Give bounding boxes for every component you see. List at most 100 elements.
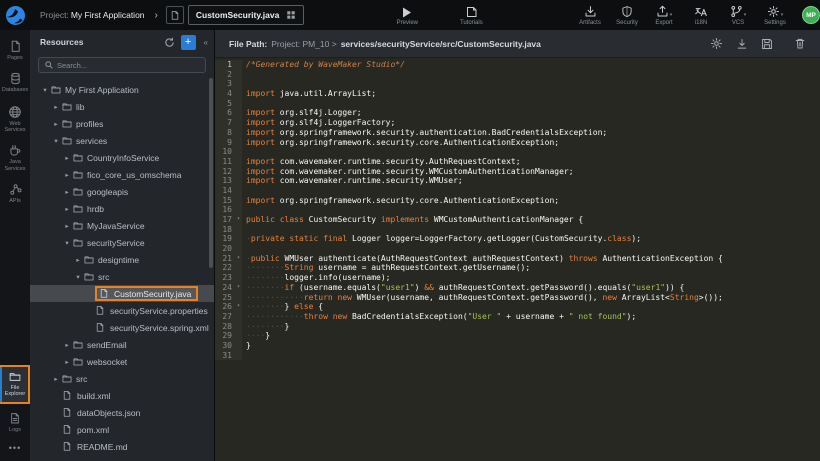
caret-right-icon[interactable]: ▸ [62, 205, 72, 213]
code-line-14: 14 [215, 186, 820, 196]
caret-down-icon[interactable]: ▾ [62, 239, 72, 247]
caret-right-icon[interactable]: ▸ [51, 120, 61, 128]
settings-gear-icon[interactable] [710, 37, 723, 50]
code-text: import com.wavemaker.runtime.security.Au… [242, 157, 521, 167]
tree-row-readme-md[interactable]: README.md [30, 438, 214, 455]
caret-right-icon[interactable]: ▸ [62, 341, 72, 349]
line-number: 29 [215, 331, 235, 341]
tree-row-securityservice-spring-xml[interactable]: securityService.spring.xml [30, 319, 214, 336]
file-icon [62, 424, 72, 435]
rail-item-java-services[interactable]: Java Services [0, 140, 30, 176]
folder-icon [83, 255, 95, 265]
export-button[interactable]: ▾Export [649, 5, 679, 26]
tree-row-securityservice[interactable]: ▾securityService [30, 234, 214, 251]
code-text: } [242, 341, 251, 351]
tree-row-src[interactable]: ▾src [30, 268, 214, 285]
tree-row-websocket[interactable]: ▸websocket [30, 353, 214, 370]
tree-row-googleapis[interactable]: ▸googleapis [30, 183, 214, 200]
tab-label: CustomSecurity.java [196, 10, 279, 20]
fold-gutter [235, 79, 242, 89]
tree-row-lib[interactable]: ▸lib [30, 98, 214, 115]
tree-row-dataobjects-json[interactable]: dataObjects.json [30, 404, 214, 421]
user-avatar[interactable]: MP [802, 6, 820, 24]
caret-right-icon[interactable]: ▸ [62, 222, 72, 230]
code-text [242, 351, 246, 361]
file-icon [170, 10, 180, 21]
fold-caret-icon[interactable]: ▾ [235, 254, 242, 264]
tree-row-services[interactable]: ▾services [30, 132, 214, 149]
tree-row-pom-xml[interactable]: pom.xml [30, 421, 214, 438]
caret-down-icon[interactable]: ▾ [40, 86, 50, 94]
tree-row-countryinfoservice[interactable]: ▸CountryInfoService [30, 149, 214, 166]
rail-item-apis[interactable]: APIs [0, 179, 30, 208]
preview-button[interactable]: Preview [392, 5, 422, 26]
caret-right-icon[interactable]: ▸ [73, 256, 83, 264]
rail-item-web-services[interactable]: Web Services [0, 101, 30, 138]
tree-row-fico-core-us-omschema[interactable]: ▸fico_core_us_omschema [30, 166, 214, 183]
vcs-button[interactable]: ▾VCS [723, 5, 753, 26]
action-label: Settings [764, 20, 786, 26]
i18n-button[interactable]: i18N [686, 5, 716, 26]
search-placeholder: Search... [57, 61, 87, 70]
caret-right-icon[interactable]: ▸ [62, 188, 72, 196]
tree-row-designtime[interactable]: ▸designtime [30, 251, 214, 268]
fold-caret-icon[interactable]: ▾ [235, 302, 242, 312]
security-button[interactable]: Security [612, 5, 642, 26]
tree-scrollbar[interactable] [209, 78, 213, 268]
caret-right-icon[interactable]: ▸ [62, 171, 72, 179]
tree-row-hrdb[interactable]: ▸hrdb [30, 200, 214, 217]
code-editor[interactable]: 1/*Generated by WaveMaker Studio*/234imp… [215, 58, 820, 461]
fold-caret-icon[interactable]: ▾ [235, 283, 242, 293]
save-icon[interactable] [761, 38, 773, 50]
code-line-19: 19·private static final Logger logger=Lo… [215, 234, 820, 244]
tree-row-sendemail[interactable]: ▸sendEmail [30, 336, 214, 353]
more-options-button[interactable]: ••• [9, 437, 21, 461]
fold-caret-icon[interactable]: ▾ [235, 215, 242, 225]
fold-gutter [235, 186, 242, 196]
tree-row-my-first-application[interactable]: ▾ My First Application [30, 81, 214, 98]
search-icon [45, 61, 53, 69]
trash-icon[interactable] [794, 37, 806, 50]
caret-right-icon[interactable]: ▸ [62, 358, 72, 366]
code-line-11: 11import com.wavemaker.runtime.security.… [215, 157, 820, 167]
folder-icon [61, 119, 73, 129]
tree-row-customsecurity-java[interactable]: CustomSecurity.java [30, 285, 214, 302]
code-text: import com.wavemaker.runtime.security.WM… [242, 176, 463, 186]
caret-right-icon[interactable]: ▸ [51, 103, 61, 111]
caret-right-icon[interactable]: ▸ [62, 154, 72, 162]
settings-button[interactable]: ▾ Settings [760, 5, 790, 26]
search-input[interactable]: Search... [38, 57, 206, 73]
rail-item-file-explorer[interactable]: File Explorer [0, 365, 30, 404]
add-resource-button[interactable]: + [181, 35, 196, 50]
file-icon [95, 305, 105, 316]
tree-row-securityservice-properties[interactable]: securityService.properties [30, 302, 214, 319]
tree-row-src[interactable]: ▸src [30, 370, 214, 387]
tree-row-profiles[interactable]: ▸profiles [30, 115, 214, 132]
collapse-panel-icon[interactable]: « [204, 38, 208, 47]
export-icon [656, 5, 669, 18]
file-tab-doc-button[interactable] [166, 6, 184, 24]
chevron-down-icon: ▾ [781, 12, 784, 18]
rail-item-logs[interactable]: Logs [0, 408, 30, 437]
vcs-branch-icon [730, 5, 743, 18]
tree-row-myjavaservice[interactable]: ▸MyJavaService [30, 217, 214, 234]
caret-right-icon[interactable]: ▸ [51, 375, 61, 383]
tutorials-button[interactable]: Tutorials [456, 5, 486, 26]
tree-row-build-xml[interactable]: build.xml [30, 387, 214, 404]
tree-row-label: My First Application [65, 85, 139, 95]
download-icon[interactable] [736, 38, 748, 50]
caret-down-icon[interactable]: ▾ [73, 273, 83, 281]
artifacts-button[interactable]: Artifacts [575, 5, 605, 26]
code-line-4: 4import java.util.ArrayList; [215, 89, 820, 99]
grid-icon[interactable] [286, 10, 296, 20]
refresh-icon[interactable] [164, 37, 175, 48]
file-icon [62, 390, 72, 401]
tab-customsecurity-java[interactable]: CustomSecurity.java [188, 5, 304, 25]
rail-item-databases[interactable]: Databases [0, 68, 30, 97]
wavemaker-logo-icon[interactable] [0, 0, 30, 30]
rail-item-pages[interactable]: Pages [0, 36, 30, 65]
caret-down-icon[interactable]: ▾ [51, 137, 61, 145]
code-text [242, 147, 246, 157]
line-number: 21 [215, 254, 235, 264]
code-line-26: 26▾········} else { [215, 302, 820, 312]
